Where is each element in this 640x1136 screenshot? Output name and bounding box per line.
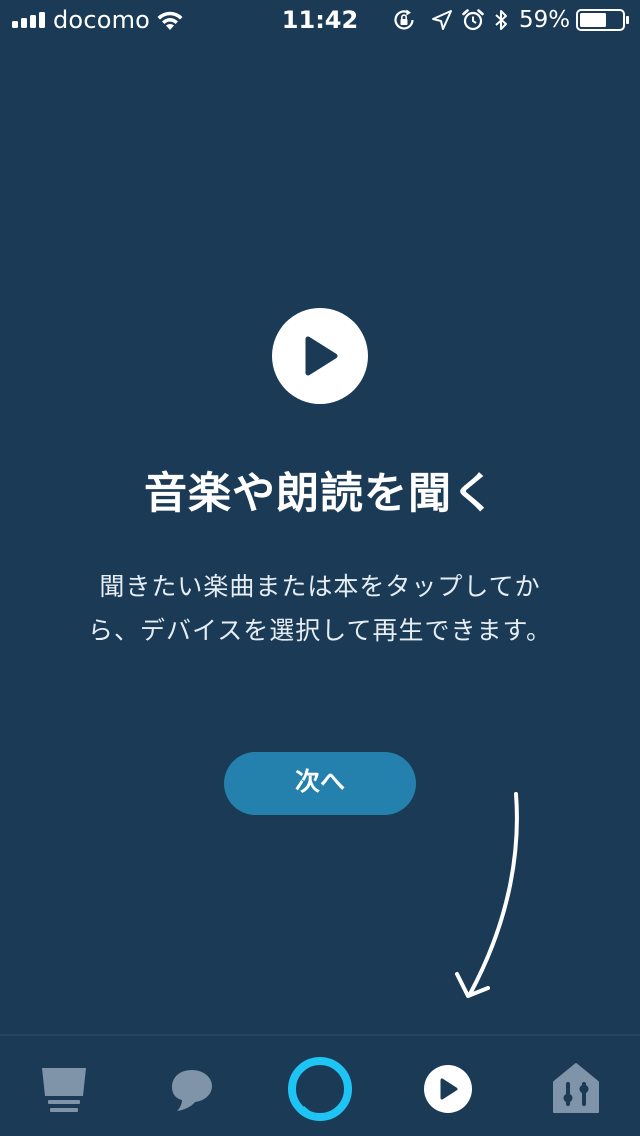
- bluetooth-icon: [495, 10, 507, 30]
- location-icon: [432, 10, 452, 30]
- tab-play[interactable]: [400, 1036, 496, 1136]
- battery-icon: [576, 9, 629, 31]
- devices-icon: [553, 1063, 599, 1113]
- description-line: ら、デバイスを選択して再生できます。: [87, 616, 552, 645]
- tab-home[interactable]: [16, 1036, 112, 1136]
- description-line: 聞きたい楽曲または本をタップしてか: [99, 572, 541, 601]
- alarm-icon: [462, 9, 484, 31]
- battery-percentage: 59%: [519, 7, 571, 33]
- communicate-icon: [172, 1070, 212, 1111]
- next-button[interactable]: 次へ: [224, 752, 416, 815]
- intro-description: 聞きたい楽曲または本をタップしてか ら、デバイスを選択して再生できます。: [60, 565, 580, 653]
- play-icon: [272, 308, 368, 404]
- home-icon: [42, 1068, 86, 1112]
- tab-bar: [0, 1034, 640, 1136]
- curved-arrow-icon: [455, 792, 519, 998]
- tab-communicate[interactable]: [144, 1036, 240, 1136]
- status-bar: docomo 11:42 59%: [0, 0, 640, 40]
- rotation-lock-icon: [394, 9, 414, 30]
- tab-devices[interactable]: [528, 1036, 624, 1136]
- play-icon: [424, 1065, 472, 1113]
- alexa-icon: [288, 1057, 352, 1121]
- page-title: 音楽や朗読を聞く: [144, 469, 496, 519]
- tab-alexa[interactable]: [272, 1036, 368, 1136]
